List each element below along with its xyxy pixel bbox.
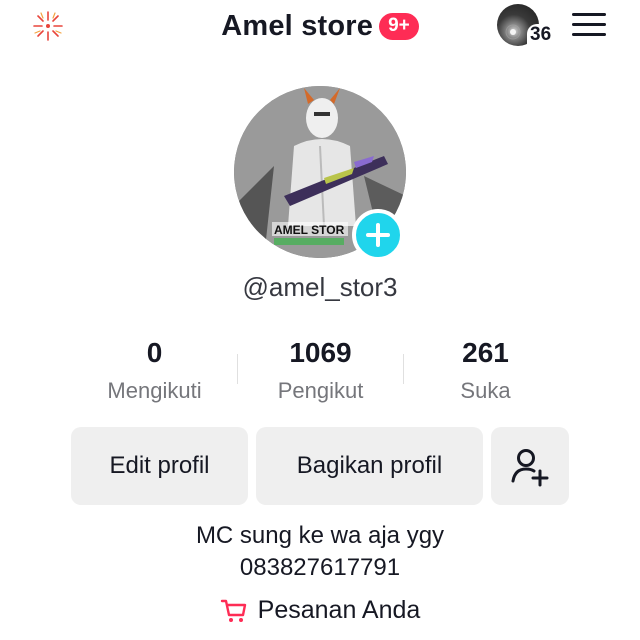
orders-link[interactable]: Pesanan Anda (0, 596, 640, 625)
edit-profile-button[interactable]: Edit profil (71, 427, 248, 505)
followers-count: 1069 (289, 337, 352, 368)
following-label: Mengikuti (107, 378, 202, 403)
add-user-icon (511, 449, 549, 487)
orders-label: Pesanan Anda (257, 596, 421, 624)
profile-bio: MC sung ke wa aja ygy 083827617791 (0, 520, 640, 584)
followers-label: Pengikut (277, 378, 364, 403)
bio-line-2: 083827617791 (239, 554, 401, 581)
notification-badge: 9+ (379, 12, 419, 40)
account-title[interactable]: Amel store (221, 10, 373, 43)
cart-icon (220, 599, 246, 622)
following-count: 0 (146, 337, 163, 368)
plus-icon (366, 223, 390, 247)
add-story-button[interactable] (352, 209, 404, 261)
likes-count: 261 (462, 337, 509, 368)
top-bar: Amel store 9+ 36 (0, 0, 640, 52)
visitor-count: 36 (527, 24, 554, 46)
share-profile-button[interactable]: Bagikan profil (256, 427, 483, 505)
menu-icon[interactable] (572, 10, 608, 40)
stat-likes[interactable]: 261 Suka (403, 336, 568, 406)
username: @amel_stor3 (242, 272, 398, 302)
stat-followers[interactable]: 1069 Pengikut (238, 336, 403, 406)
profile-stats: 0 Mengikuti 1069 Pengikut 261 Suka (72, 336, 568, 410)
bio-line-1: MC sung ke wa aja ygy (195, 522, 445, 549)
likes-label: Suka (460, 378, 511, 403)
avatar-watermark: AMEL STOR (274, 223, 345, 237)
stat-following[interactable]: 0 Mengikuti (72, 336, 237, 406)
add-friend-button[interactable] (491, 427, 569, 505)
